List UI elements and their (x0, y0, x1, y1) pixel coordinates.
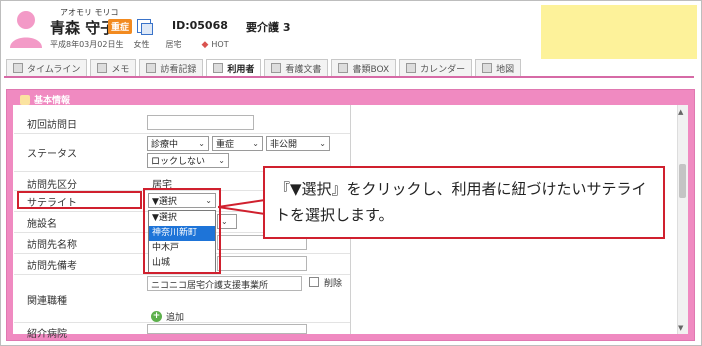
related-label: 関連職種 (27, 296, 67, 307)
related-office-input[interactable]: ニコニコ居宅介護支援事業所 (147, 276, 302, 291)
chevron-down-icon: ⌄ (221, 217, 228, 226)
status-label: ステータス (27, 149, 77, 160)
patient-name: 青森 守子 (50, 19, 116, 37)
facility-label: 施設名 (27, 219, 57, 230)
residence: 居宅 (165, 40, 182, 49)
timeline-icon (13, 63, 23, 73)
user-card-icon (213, 63, 224, 73)
dropdown-highlight-box (143, 188, 221, 274)
avatar (10, 11, 42, 48)
patient-id: ID:05068 (172, 19, 228, 32)
severity-badge: 重症 (108, 19, 133, 34)
scrollbar-thumb[interactable] (679, 164, 686, 198)
chevron-down-icon: ⌄ (252, 139, 259, 148)
record-icon (146, 63, 157, 73)
hospital-input[interactable] (147, 324, 307, 334)
tab-calendar[interactable]: カレンダー (399, 59, 473, 76)
tab-nursing-doc[interactable]: 看護文書 (264, 59, 329, 76)
scrollbar[interactable] (677, 105, 688, 334)
delete-label-right: 削除 (324, 279, 343, 289)
visit-category-label: 訪問先区分 (27, 180, 77, 191)
row-divider (14, 274, 350, 275)
row-divider (14, 133, 350, 134)
people-icon (20, 94, 30, 105)
callout-pointer (218, 199, 266, 215)
note-area (541, 5, 697, 59)
box-icon (338, 63, 349, 73)
chevron-down-icon: ⌄ (198, 139, 205, 148)
row-divider (14, 322, 350, 323)
tab-underline (4, 76, 694, 78)
visit-name-label: 訪問先名称 (27, 240, 77, 251)
tab-map[interactable]: 地図 (475, 59, 522, 76)
patient-sub-info: 平成8年03月02日生 女性 居宅 ◆ HOT (50, 39, 229, 50)
treatment-status-select[interactable]: 診療中 ⌄ (147, 136, 209, 151)
tab-memo[interactable]: メモ (90, 59, 137, 76)
map-icon (482, 63, 493, 73)
tab-visit-record[interactable]: 訪看記録 (139, 59, 204, 76)
gender: 女性 (133, 40, 150, 49)
tab-timeline[interactable]: タイムライン (6, 59, 88, 76)
scroll-up-icon[interactable]: ▲ (678, 108, 683, 116)
visibility-select[interactable]: 非公開 ⌄ (266, 136, 330, 151)
visit-note-input[interactable] (217, 256, 307, 271)
visit-note-label: 訪問先備考 (27, 261, 77, 272)
pencil-icon (97, 63, 108, 73)
hospital-label: 紹介病院 (27, 329, 67, 340)
instruction-callout: 『▼選択』をクリックし、利用者に紐づけたいサテライトを選択します。 (263, 166, 665, 239)
birth-date: 平成8年03月02日生 (50, 40, 124, 49)
hot-tag: ◆ HOT (201, 39, 229, 50)
severity-select[interactable]: 重症 ⌄ (212, 136, 263, 151)
tab-document-box[interactable]: 書類BOX (331, 59, 397, 76)
delete-checkbox[interactable] (309, 277, 319, 287)
lock-select[interactable]: ロックしない ⌄ (147, 153, 229, 168)
document-icon (271, 63, 282, 73)
tab-bar: タイムライン メモ 訪看記録 利用者 看護文書 書類BOX カレンダー 地図 (6, 59, 522, 76)
calendar-icon (406, 63, 417, 73)
new-window-icon[interactable] (137, 19, 153, 35)
chevron-down-icon: ⌄ (319, 139, 326, 148)
plus-icon: + (151, 311, 162, 322)
scroll-down-icon[interactable]: ▼ (678, 324, 683, 332)
tag-icon: ◆ (201, 39, 209, 50)
satellite-highlight-box (17, 191, 142, 209)
first-visit-label: 初回訪問日 (27, 120, 77, 131)
tab-user[interactable]: 利用者 (206, 59, 262, 76)
first-visit-input[interactable] (147, 115, 254, 130)
care-level: 要介護 3 (246, 21, 291, 34)
chevron-down-icon: ⌄ (218, 156, 225, 165)
